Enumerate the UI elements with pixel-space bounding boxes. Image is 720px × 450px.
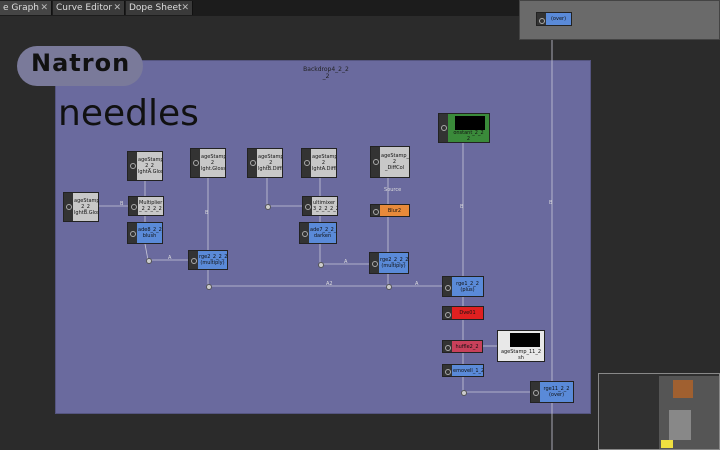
node-icon (371, 147, 380, 177)
dot-node[interactable] (265, 204, 271, 210)
grade-icon (128, 223, 137, 243)
minimap-view (659, 376, 719, 449)
edge-label: A (344, 259, 348, 265)
thumbnail (455, 116, 485, 130)
merge-icon (443, 277, 452, 296)
minimap-node (669, 410, 691, 440)
image-stamp-node[interactable]: ageStamp_11_2 sh (497, 330, 545, 362)
image-stamp-node[interactable]: ageStamp_8_2_2 _2 lghtB.DiffBlr (247, 148, 283, 178)
shuffle-node[interactable]: huffle2_2 (442, 340, 483, 353)
merge-node-plus[interactable]: rge1_2_2 (plus) (442, 276, 484, 297)
dve-node[interactable]: Dve01 (442, 306, 484, 320)
thumbnail (510, 333, 540, 347)
node-icon (64, 193, 73, 221)
edge-label: B (460, 204, 464, 210)
node-icon (128, 152, 137, 180)
dot-node[interactable] (206, 284, 212, 290)
minimap-node (661, 440, 673, 448)
edge-label: A2 (326, 281, 333, 287)
navigator-minimap[interactable] (598, 373, 720, 450)
edge-label: A (415, 281, 419, 287)
node-icon (443, 307, 452, 319)
dot-node[interactable] (386, 284, 392, 290)
node-icon (443, 365, 452, 376)
merge-node-multiply[interactable]: rge2_2_2_2 (multiply) (369, 252, 409, 274)
image-stamp-node[interactable]: ageStamp_8_2_ 2 lghtA.DiffBlr (301, 148, 337, 178)
grade-node[interactable]: ade7_2_2_2 darken (299, 222, 337, 244)
edge-label: B (205, 210, 209, 216)
remove-node[interactable]: emovell_1_2 (442, 364, 484, 377)
edge-label: Source (384, 187, 402, 193)
image-stamp-node[interactable]: ageStamp_10_2_ 2 lght.GlossCol (190, 148, 226, 178)
grade-node[interactable]: ade8_2_2_2 blush (127, 222, 163, 244)
blur-icon (371, 205, 380, 216)
edge-label: A (168, 255, 172, 261)
minimap-node (673, 380, 693, 398)
merge-icon (531, 382, 540, 402)
dot-node[interactable] (461, 390, 467, 396)
merge-node-multiply[interactable]: rge2_2_2_2 (multiply) (188, 250, 228, 270)
node-icon (191, 149, 200, 177)
blur-node[interactable]: Blur2 (370, 204, 410, 217)
merge-icon (370, 253, 379, 273)
edge-label: B (549, 200, 553, 206)
node-icon (248, 149, 257, 177)
image-stamp-node[interactable]: ageStamp_2_2_ 2 _DiffCol (370, 146, 410, 178)
image-stamp-node[interactable]: ageStamp_2_2_ 2_2 lghtA.GlossBlr (127, 151, 163, 181)
node-icon (302, 149, 311, 177)
edge-label: B (120, 201, 124, 207)
grade-icon (300, 223, 309, 243)
node-icon (439, 114, 448, 142)
shuffle-node[interactable]: ultimixer RGB 3_2_2_2_2 (302, 196, 338, 216)
constant-node[interactable]: onstant_2_2 2 (438, 113, 490, 143)
shuffle-node[interactable]: Multiplier RGB _2_2_2_2 (128, 196, 164, 216)
dot-node[interactable] (146, 258, 152, 264)
merge-icon (189, 251, 198, 269)
node-icon (443, 341, 452, 352)
image-stamp-node[interactable]: ageStamp_4_2_ 2_2 lghtB.GlossBlr (63, 192, 99, 222)
node-icon (129, 197, 138, 215)
node-icon (303, 197, 312, 215)
dot-node[interactable] (318, 262, 324, 268)
merge-node-over[interactable]: rge11_2_2 (over) (530, 381, 574, 403)
